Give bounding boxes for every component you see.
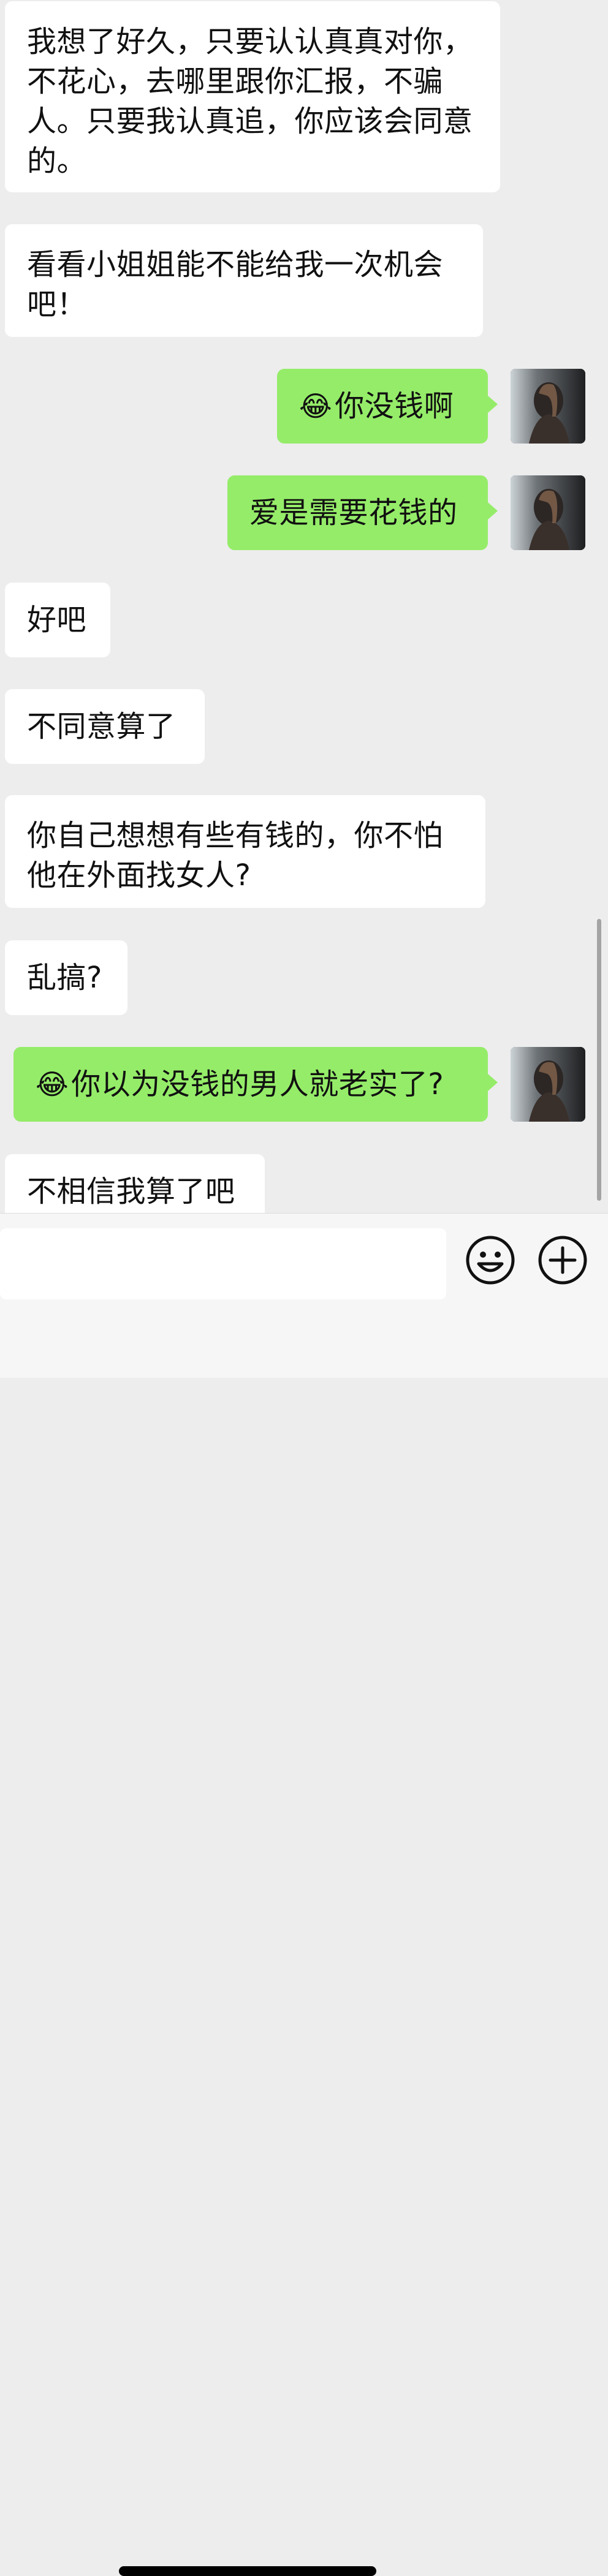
message-text: 你以为没钱的男人就老实了?	[71, 1067, 444, 1101]
message-text: 看看小姐姐能不能给我一次机会吧！	[27, 247, 444, 322]
chat-message-list[interactable]: 我想了好久，只要认认真真对你，不花心，去哪里跟你汇报，不骗人。只要我认真追，你应…	[0, 0, 608, 1213]
message-text: 爱是需要花钱的	[249, 495, 458, 530]
avatar[interactable]	[511, 475, 585, 550]
avatar[interactable]	[511, 1047, 585, 1122]
message-bubble-incoming[interactable]: 不相信我算了吧	[5, 1154, 265, 1213]
message-bubble-incoming[interactable]: 不同意算了	[5, 689, 205, 764]
message-bubble-outgoing[interactable]: 😂 你没钱啊	[277, 369, 498, 444]
scrollbar[interactable]	[597, 919, 601, 1201]
message-bubble-incoming[interactable]: 你自己想想有些有钱的，你不怕他在外面找女人?	[5, 795, 485, 908]
home-indicator	[119, 2566, 376, 2576]
laughing-tears-emoji-icon: 😂	[299, 390, 333, 423]
message-text: 不同意算了	[27, 709, 176, 744]
message-bubble-outgoing[interactable]: 😂 你以为没钱的男人就老实了?	[13, 1047, 498, 1122]
message-bubble-outgoing[interactable]: 爱是需要花钱的	[227, 475, 498, 550]
message-text: 你自己想想有些有钱的，你不怕他在外面找女人?	[27, 818, 444, 893]
plus-button[interactable]	[537, 1234, 588, 1286]
message-bubble-incoming[interactable]: 乱搞?	[5, 940, 127, 1015]
input-bar	[0, 1213, 608, 2576]
message-text: 你没钱啊	[335, 388, 454, 423]
message-text: 不相信我算了吧	[27, 1174, 235, 1209]
avatar[interactable]	[511, 369, 585, 444]
message-bubble-incoming[interactable]: 我想了好久，只要认认真真对你，不花心，去哪里跟你汇报，不骗人。只要我认真追，你应…	[5, 1, 500, 192]
message-bubble-incoming[interactable]: 好吧	[5, 583, 110, 657]
laughing-tears-emoji-icon: 😂	[36, 1068, 69, 1101]
message-input[interactable]	[0, 1228, 446, 1299]
emoji-icon	[466, 1236, 515, 1285]
message-text: 乱搞?	[27, 960, 102, 995]
message-text: 好吧	[27, 602, 87, 637]
message-bubble-incoming[interactable]: 看看小姐姐能不能给我一次机会吧！	[5, 224, 483, 337]
emoji-button[interactable]	[465, 1234, 516, 1286]
plus-icon	[538, 1236, 587, 1285]
message-text: 我想了好久，只要认认真真对你，不花心，去哪里跟你汇报，不骗人。只要我认真追，你应…	[27, 25, 473, 178]
